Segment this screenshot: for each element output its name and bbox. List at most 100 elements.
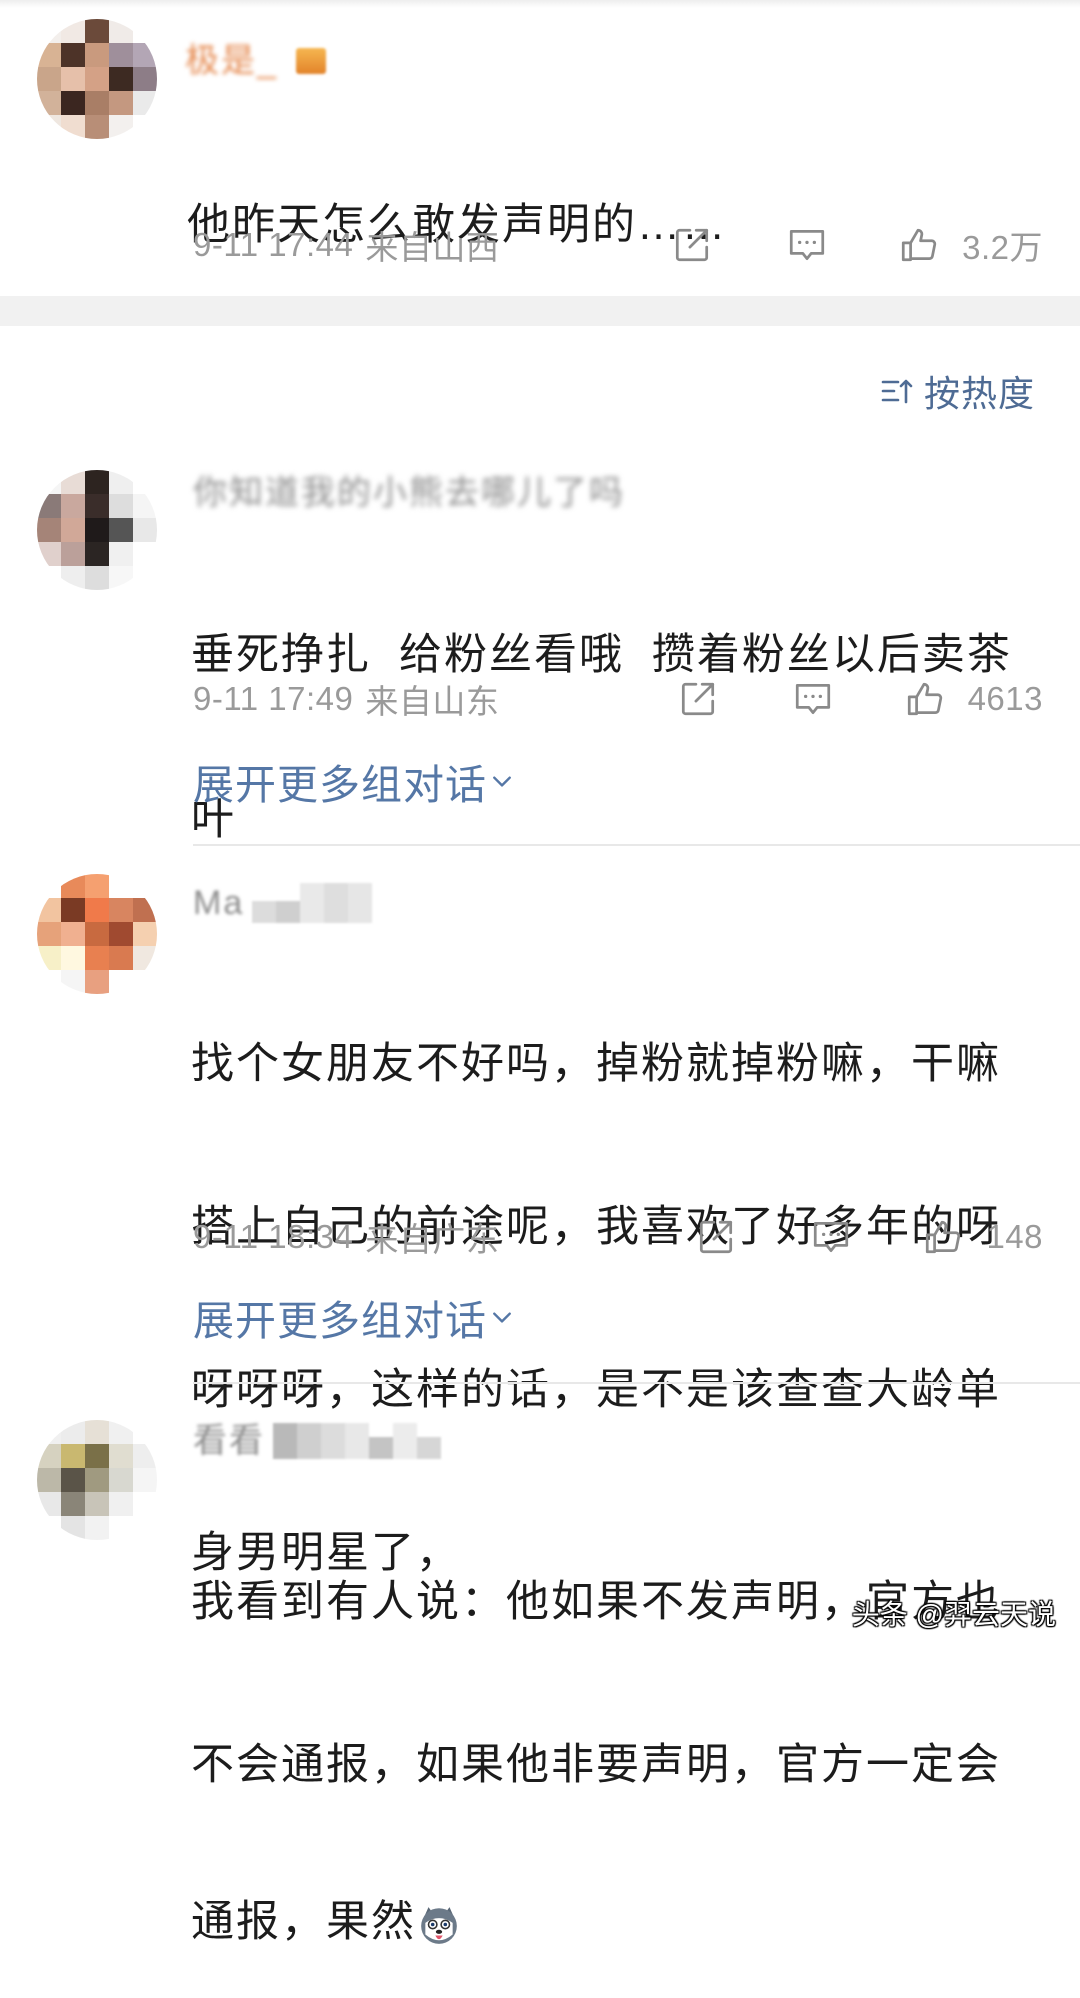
- comment-icon[interactable]: [786, 224, 828, 266]
- avatar-mosaic-tile: [37, 970, 61, 994]
- avatar-mosaic-tile: [61, 91, 85, 115]
- comment-divider: [193, 844, 1080, 846]
- avatar-mosaic-tile: [133, 470, 157, 494]
- comment-icon[interactable]: [810, 1216, 852, 1258]
- avatar-mosaic-tile: [61, 542, 85, 566]
- like-icon[interactable]: [904, 678, 946, 720]
- comment-line: 通报，果然: [191, 1896, 1001, 1949]
- share-icon[interactable]: [695, 1216, 737, 1258]
- avatar-mosaic-tile: [61, 43, 85, 67]
- avatar-mosaic-tile: [133, 19, 157, 43]
- username[interactable]: 看看: [193, 1420, 441, 1462]
- username-redaction-mosaic: [273, 1423, 441, 1459]
- avatar-mosaic-tile: [133, 1468, 157, 1492]
- avatar-mosaic-tile: [61, 946, 85, 970]
- avatar-mosaic-tile: [85, 518, 109, 542]
- avatar-mosaic-tile: [85, 1468, 109, 1492]
- avatar-mosaic-tile: [85, 1492, 109, 1516]
- username[interactable]: Ma: [193, 882, 373, 924]
- avatar-mosaic-tile: [133, 874, 157, 898]
- avatar-mosaic-tile: [61, 19, 85, 43]
- avatar[interactable]: [37, 19, 157, 139]
- avatar-mosaic-tile: [109, 19, 133, 43]
- avatar-mosaic-tile: [133, 1444, 157, 1468]
- avatar-mosaic-tile: [133, 518, 157, 542]
- avatar-mosaic-tile: [109, 1420, 133, 1444]
- comment-location: 来自山东: [365, 683, 500, 720]
- avatar-mosaic-tile: [61, 874, 85, 898]
- section-separator: [0, 296, 1080, 326]
- avatar-mosaic-tile: [109, 518, 133, 542]
- avatar-mosaic-tile: [85, 946, 109, 970]
- avatar-mosaic-tile: [109, 115, 133, 139]
- avatar-mosaic-tile: [37, 518, 61, 542]
- expand-label: 展开更多组对话: [193, 1298, 487, 1344]
- avatar-mosaic-tile: [133, 115, 157, 139]
- comment-line: 找个女朋友不好吗，掉粉就掉粉嘛，干嘛: [191, 1040, 1001, 1088]
- avatar-mosaic-tile: [85, 67, 109, 91]
- avatar-mosaic-tile: [85, 970, 109, 994]
- comment-actions: 148: [695, 1216, 1043, 1258]
- avatar-mosaic-tile: [133, 946, 157, 970]
- avatar-mosaic-tile: [61, 566, 85, 590]
- username[interactable]: 你知道我的小熊去哪儿了吗: [193, 472, 625, 514]
- avatar-mosaic-tile: [85, 898, 109, 922]
- avatar-mosaic-tile: [133, 922, 157, 946]
- avatar-mosaic-tile: [109, 566, 133, 590]
- avatar-mosaic-tile: [37, 946, 61, 970]
- comment-location: 来自广东: [365, 1221, 500, 1258]
- avatar-mosaic-tile: [133, 1420, 157, 1444]
- avatar-mosaic-tile: [133, 1492, 157, 1516]
- avatar[interactable]: [37, 1420, 157, 1540]
- avatar-mosaic-tile: [37, 91, 61, 115]
- avatar-mosaic-tile: [85, 91, 109, 115]
- avatar[interactable]: [37, 874, 157, 994]
- top-edge-shadow: [0, 0, 1080, 8]
- share-icon[interactable]: [671, 224, 713, 266]
- avatar-mosaic-tile: [109, 91, 133, 115]
- avatar-mosaic-tile: [37, 922, 61, 946]
- avatar-mosaic-tile: [37, 43, 61, 67]
- avatar-mosaic-tile: [85, 922, 109, 946]
- avatar-mosaic-tile: [109, 1492, 133, 1516]
- avatar-mosaic-tile: [61, 898, 85, 922]
- like-icon[interactable]: [922, 1216, 964, 1258]
- share-icon[interactable]: [677, 678, 719, 720]
- avatar-mosaic-tile: [37, 566, 61, 590]
- avatar-mosaic-tile: [109, 1468, 133, 1492]
- avatar-mosaic-tile: [37, 115, 61, 139]
- avatar-mosaic-tile: [61, 922, 85, 946]
- avatar-mosaic-tile: [37, 1516, 61, 1540]
- avatar-mosaic-tile: [61, 115, 85, 139]
- avatar-mosaic-tile: [61, 1516, 85, 1540]
- sort-label: 按热度: [923, 373, 1035, 414]
- expand-conversation-link[interactable]: 展开更多组对话: [193, 1294, 513, 1344]
- avatar-mosaic-tile: [133, 542, 157, 566]
- avatar-mosaic-tile: [37, 874, 61, 898]
- comment-meta: 9-11 17:49 来自山东 4613: [193, 676, 1043, 722]
- sort-by-hot-button[interactable]: 按热度: [880, 369, 1035, 414]
- avatar-mosaic-tile: [61, 470, 85, 494]
- avatar-mosaic-tile: [109, 67, 133, 91]
- avatar-mosaic-tile: [85, 43, 109, 67]
- avatar-mosaic-tile: [109, 470, 133, 494]
- avatar-mosaic-tile: [61, 67, 85, 91]
- comment-time: 9-11 18:34: [193, 1218, 354, 1255]
- avatar-mosaic-tile: [133, 566, 157, 590]
- like-count: 4613: [967, 680, 1043, 717]
- sort-icon: [881, 379, 913, 404]
- comment-icon[interactable]: [792, 678, 834, 720]
- avatar-mosaic-tile: [61, 1492, 85, 1516]
- avatar-mosaic-tile: [85, 1516, 109, 1540]
- avatar-mosaic-tile: [61, 1468, 85, 1492]
- avatar-mosaic-tile: [61, 518, 85, 542]
- avatar-mosaic-tile: [61, 1444, 85, 1468]
- comment-line: 不会通报，如果他非要声明，官方一定会: [191, 1741, 1001, 1789]
- like-icon[interactable]: [898, 224, 940, 266]
- avatar-mosaic-tile: [37, 19, 61, 43]
- avatar[interactable]: [37, 470, 157, 590]
- avatar-mosaic-tile: [85, 542, 109, 566]
- expand-conversation-link[interactable]: 展开更多组对话: [193, 758, 513, 808]
- username[interactable]: 极是_: [185, 40, 326, 82]
- comment-time: 9-11 17:49: [193, 680, 354, 717]
